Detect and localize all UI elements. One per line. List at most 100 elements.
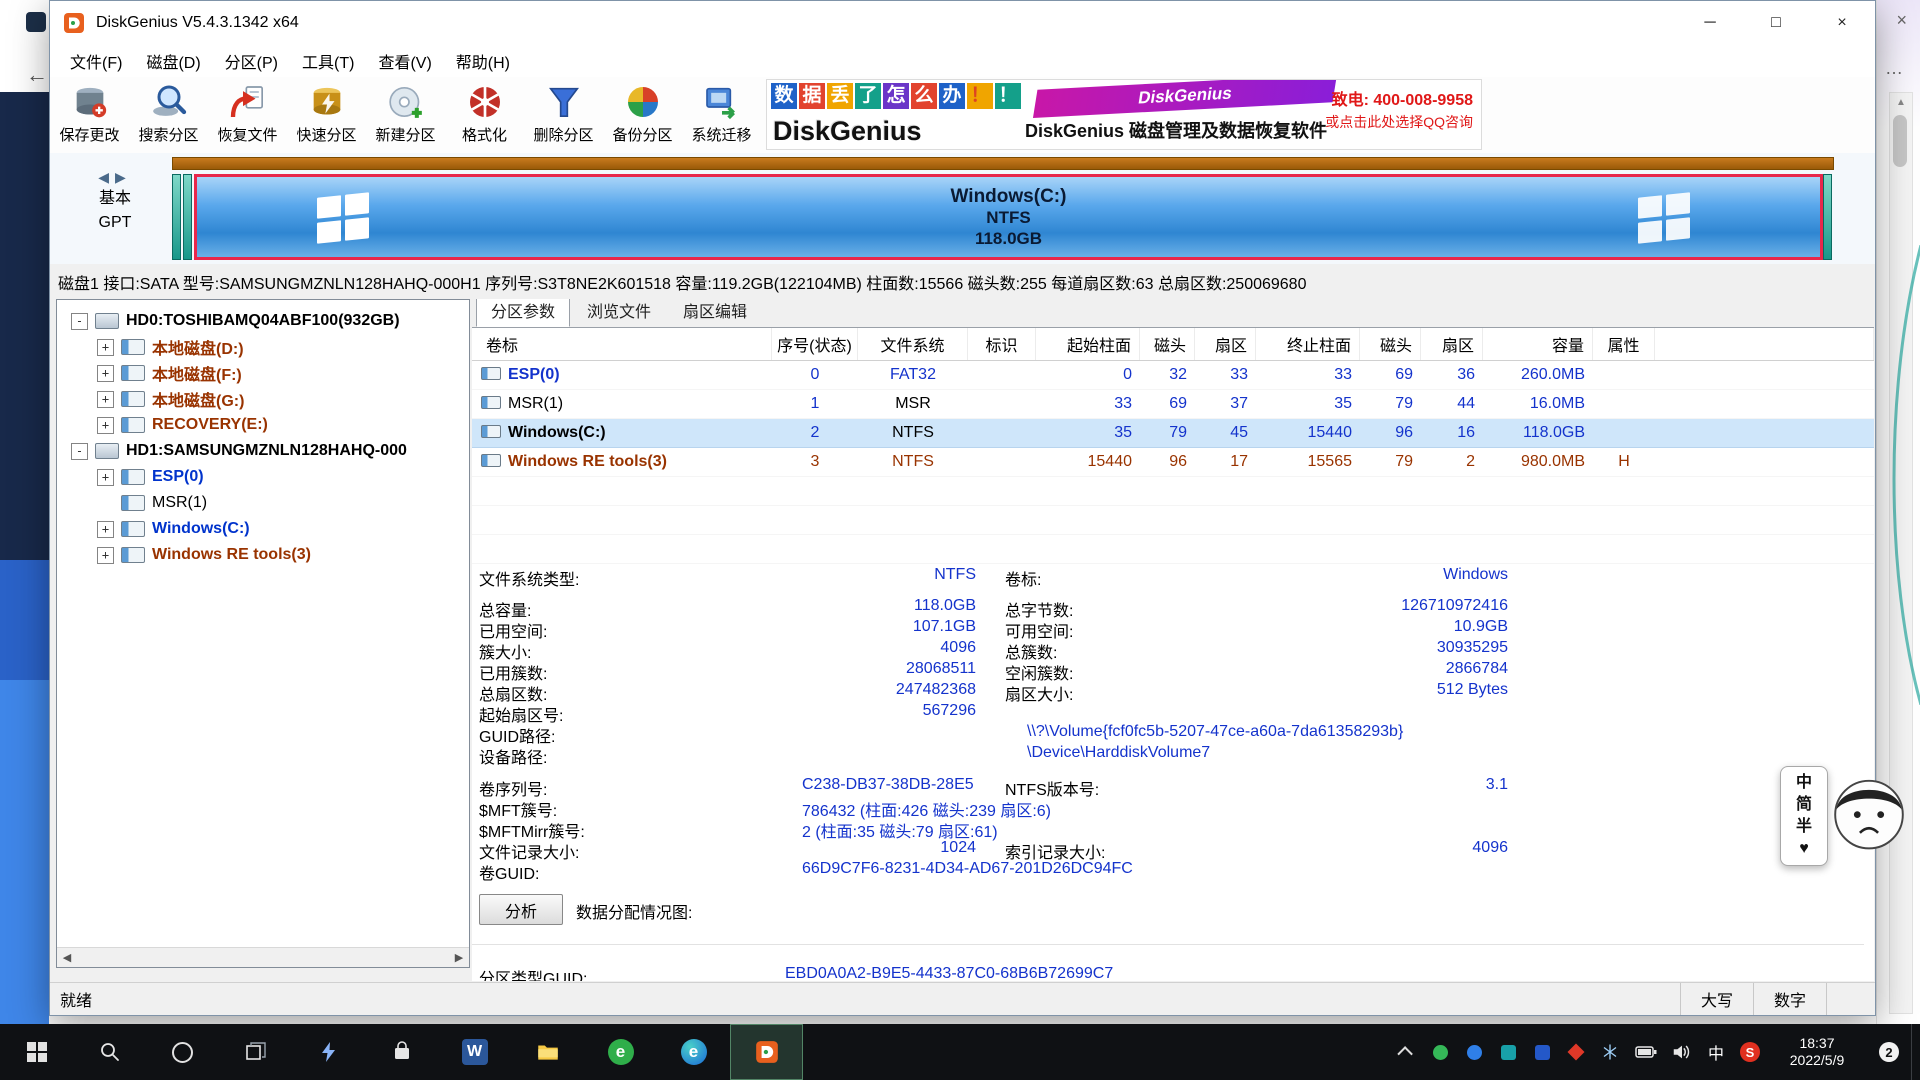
- maximize-button[interactable]: □: [1743, 1, 1809, 45]
- toolbar-quick-partition[interactable]: 快速分区: [287, 77, 366, 153]
- scroll-left-icon[interactable]: ◀: [57, 951, 77, 964]
- column-header[interactable]: 起始柱面: [1036, 328, 1140, 360]
- analyze-button[interactable]: 分析: [479, 894, 563, 925]
- minimize-button[interactable]: ─: [1677, 1, 1743, 45]
- tray-icon-qq[interactable]: [1525, 1024, 1559, 1080]
- menu-tools[interactable]: 工具(T): [290, 49, 366, 73]
- tree-item-local-d[interactable]: + 本地磁盘(D:): [57, 334, 469, 360]
- back-arrow-icon[interactable]: ←: [26, 62, 48, 88]
- taskbar-app-explorer[interactable]: [511, 1024, 584, 1080]
- toolbar-backup-partition[interactable]: 备份分区: [603, 77, 682, 153]
- menu-partition[interactable]: 分区(P): [213, 49, 290, 73]
- tree-item-msr[interactable]: MSR(1): [57, 490, 469, 516]
- ime-language-indicator[interactable]: 中: [1699, 1024, 1733, 1080]
- toolbar-save-changes[interactable]: 保存更改: [50, 77, 129, 153]
- toolbar-new-partition[interactable]: 新建分区: [366, 77, 445, 153]
- chevron-left-icon[interactable]: ◀: [98, 169, 115, 185]
- close-button[interactable]: ×: [1809, 1, 1875, 45]
- hidden-icons-chevron[interactable]: [1389, 1024, 1423, 1080]
- task-view-button[interactable]: [219, 1024, 292, 1080]
- tree-item-windows-re[interactable]: + Windows RE tools(3): [57, 542, 469, 568]
- expand-icon[interactable]: +: [97, 547, 114, 564]
- tray-icon-blue[interactable]: [1457, 1024, 1491, 1080]
- start-button[interactable]: [0, 1024, 73, 1080]
- column-header[interactable]: 扇区: [1421, 328, 1483, 360]
- expand-icon[interactable]: +: [97, 469, 114, 486]
- windows-partition-block[interactable]: Windows(C:) NTFS 118.0GB: [194, 174, 1823, 260]
- expand-icon[interactable]: +: [97, 391, 114, 408]
- column-header[interactable]: 文件系统: [858, 328, 968, 360]
- column-header[interactable]: 扇区: [1195, 328, 1256, 360]
- taskbar-app-store[interactable]: [365, 1024, 438, 1080]
- table-row-windows-c-selected[interactable]: Windows(C:) 2 NTFS 35 79 45 15440 96 16 …: [472, 419, 1874, 448]
- tab-sector-edit[interactable]: 扇区编辑: [668, 299, 762, 327]
- volume-indicator[interactable]: [1665, 1024, 1699, 1080]
- taskbar-app-browser-green[interactable]: e: [584, 1024, 657, 1080]
- expand-icon[interactable]: +: [97, 521, 114, 538]
- toolbar-system-migration[interactable]: 系统迁移: [682, 77, 761, 153]
- tree-item-esp[interactable]: + ESP(0): [57, 464, 469, 490]
- chevron-right-icon[interactable]: ▶: [115, 169, 132, 185]
- background-close-icon[interactable]: ×: [1896, 10, 1907, 31]
- tree-item-hd1[interactable]: - HD1:SAMSUNGMZNLN128HAHQ-000: [57, 438, 469, 464]
- column-header[interactable]: 磁头: [1360, 328, 1421, 360]
- collapse-icon[interactable]: -: [71, 443, 88, 460]
- action-center-button[interactable]: 2: [1867, 1024, 1911, 1080]
- scrollbar-thumb[interactable]: [1893, 115, 1907, 167]
- show-desktop-button[interactable]: [1911, 1024, 1920, 1080]
- column-header[interactable]: 标识: [968, 328, 1036, 360]
- taskbar-app-lightning[interactable]: [292, 1024, 365, 1080]
- taskbar-app-diskgenius-active[interactable]: [730, 1024, 803, 1080]
- menu-view[interactable]: 查看(V): [366, 49, 443, 73]
- column-header[interactable]: 容量: [1483, 328, 1593, 360]
- table-row-esp[interactable]: ESP(0) 0 FAT32 0 32 33 33 69 36 260.0MB: [472, 361, 1874, 390]
- taskbar-clock[interactable]: 18:37 2022/5/9: [1767, 1035, 1867, 1069]
- taskbar-app-edge[interactable]: e: [657, 1024, 730, 1080]
- expand-icon[interactable]: +: [97, 365, 114, 382]
- tray-icon-snowflake[interactable]: [1593, 1024, 1627, 1080]
- tree-item-windows-c[interactable]: + Windows(C:): [57, 516, 469, 542]
- cortana-button[interactable]: [146, 1024, 219, 1080]
- tree-item-recovery-e[interactable]: + RECOVERY(E:): [57, 412, 469, 438]
- expand-icon[interactable]: +: [97, 417, 114, 434]
- menu-help[interactable]: 帮助(H): [444, 49, 522, 73]
- more-options-icon[interactable]: …: [1885, 58, 1905, 79]
- menu-file[interactable]: 文件(F): [58, 49, 134, 73]
- ime-status-box[interactable]: 中 简 半 ♥: [1780, 766, 1828, 866]
- taskbar-app-word[interactable]: W: [438, 1024, 511, 1080]
- taskbar-search-button[interactable]: [73, 1024, 146, 1080]
- ad-banner[interactable]: 数 据 丢 了 怎 么 办 ！ ！ DiskGenius DiskGenius …: [766, 79, 1482, 150]
- menu-disk[interactable]: 磁盘(D): [134, 49, 212, 73]
- re-partition-stripe[interactable]: [1823, 174, 1832, 260]
- table-row-msr[interactable]: MSR(1) 1 MSR 33 69 37 35 79 44 16.0MB: [472, 390, 1874, 419]
- sogou-ime-widget[interactable]: 中 简 半 ♥: [1780, 766, 1908, 866]
- column-header[interactable]: 卷标: [472, 328, 772, 360]
- toolbar-search-partition[interactable]: 搜索分区: [129, 77, 208, 153]
- tab-partition-params[interactable]: 分区参数: [476, 299, 570, 327]
- scroll-up-icon[interactable]: ▲: [1890, 93, 1912, 108]
- toolbar-delete-partition[interactable]: 删除分区: [524, 77, 603, 153]
- toolbar-recover-files[interactable]: 恢复文件: [208, 77, 287, 153]
- tree-item-local-f[interactable]: + 本地磁盘(F:): [57, 360, 469, 386]
- expand-icon[interactable]: +: [97, 339, 114, 356]
- ime-mode-chinese[interactable]: 中: [1796, 772, 1812, 794]
- tree-horizontal-scrollbar[interactable]: ◀ ▶: [57, 947, 469, 967]
- ime-mode-halfwidth[interactable]: 半: [1796, 816, 1812, 838]
- collapse-icon[interactable]: -: [71, 313, 88, 330]
- column-header[interactable]: 终止柱面: [1256, 328, 1360, 360]
- toolbar-format[interactable]: 格式化: [445, 77, 524, 153]
- table-row-windows-re[interactable]: Windows RE tools(3) 3 NTFS 15440 96 17 1…: [472, 448, 1874, 477]
- esp-partition-stripe[interactable]: [172, 174, 181, 260]
- ime-heart-icon[interactable]: ♥: [1799, 838, 1809, 860]
- ad-qq-link[interactable]: 或点击此处选择QQ咨询: [1325, 112, 1473, 132]
- tree-item-hd0[interactable]: - HD0:TOSHIBAMQ04ABF100(932GB): [57, 308, 469, 334]
- ime-sticker-face[interactable]: [1830, 766, 1908, 858]
- tray-icon-green[interactable]: [1423, 1024, 1457, 1080]
- column-header[interactable]: 序号(状态): [772, 328, 858, 360]
- msr-partition-stripe[interactable]: [183, 174, 192, 260]
- tray-icon-red[interactable]: [1559, 1024, 1593, 1080]
- scroll-right-icon[interactable]: ▶: [449, 951, 469, 964]
- sogou-tray-icon[interactable]: S: [1733, 1024, 1767, 1080]
- column-header[interactable]: 磁头: [1140, 328, 1195, 360]
- tray-icon-teal[interactable]: [1491, 1024, 1525, 1080]
